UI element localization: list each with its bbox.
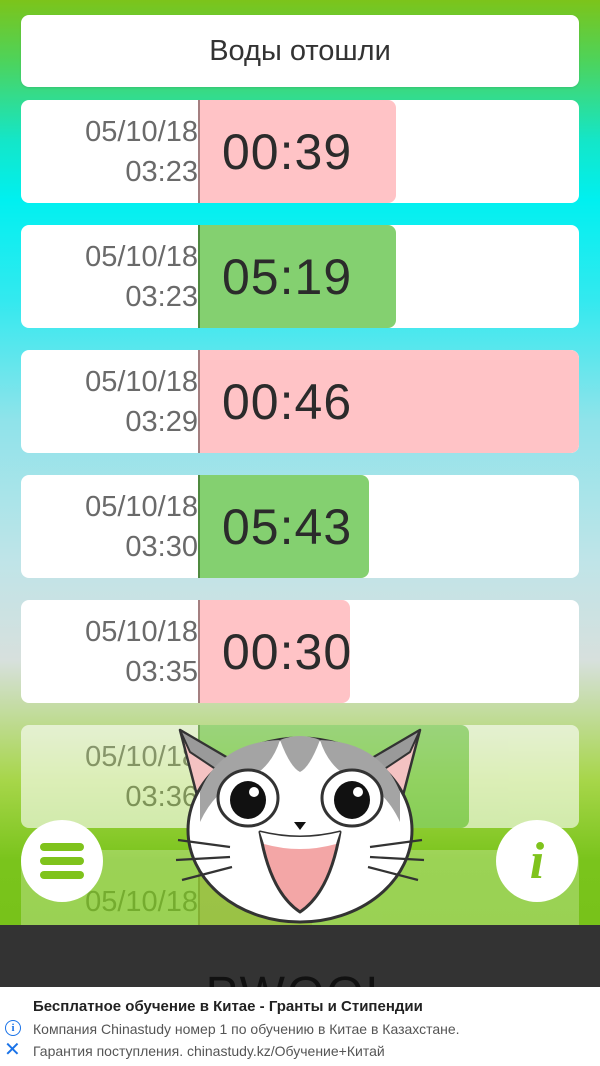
duration-bar: 05:43 [198,475,369,578]
duration-bar: 00:46 [198,350,579,453]
hamburger-icon [40,843,84,879]
info-button[interactable]: i [496,820,578,902]
contraction-row[interactable]: 05/10/18 03:35 00:30 [21,600,579,703]
ad-title[interactable]: Бесплатное обучение в Китае - Гранты и С… [33,998,423,1015]
entry-time: 03:29 [125,405,198,438]
ad-close-icon[interactable]: ✕ [4,1040,21,1060]
info-icon: i [529,832,545,890]
entry-timestamp: 05/10/18 03:30 [21,475,198,578]
contraction-row[interactable]: 05/10/18 03:29 00:46 [21,350,579,453]
duration-value: 05:19 [222,248,353,305]
water-broke-button[interactable]: Воды отошли [21,15,579,87]
ad-description: Гарантия поступления. chinastudy.kz/Обуч… [33,1043,385,1059]
entry-timestamp: 05/10/18 03:29 [21,350,198,453]
duration-value: 00:30 [222,623,353,680]
entry-time: 03:23 [125,155,198,188]
entry-time: 03:30 [125,530,198,563]
start-stop-label: PWOOL [0,967,600,987]
entry-date: 05/10/18 [85,365,198,398]
duration-value: 00:39 [222,123,353,180]
entry-time: 03:23 [125,280,198,313]
entry-date: 05/10/18 [85,240,198,273]
duration-bar: 00:30 [198,600,353,703]
entry-timestamp: 05/10/18 03:23 [21,100,198,203]
menu-button[interactable] [21,820,103,902]
pause-row[interactable]: 05/10/18 03:30 05:43 [21,475,579,578]
duration-bar: 00:39 [198,100,396,203]
entry-date: 05/10/18 [85,615,198,648]
entry-timestamp: 05/10/18 03:35 [21,600,198,703]
duration-value: 05:43 [222,498,353,555]
entry-date: 05/10/18 [85,115,198,148]
ad-info-icon[interactable]: i [5,1020,21,1036]
ad-banner[interactable]: i ✕ Бесплатное обучение в Китае - Гранты… [0,987,600,1066]
pause-row[interactable]: 05/10/18 03:23 05:19 [21,225,579,328]
entry-date: 05/10/18 [85,490,198,523]
start-stop-bar[interactable]: PWOOL [0,925,600,987]
duration-bar: 05:19 [198,225,396,328]
cat-mascot[interactable] [160,712,440,924]
duration-value: 00:46 [222,373,353,430]
entry-time: 03:35 [125,655,198,688]
entry-timestamp: 05/10/18 03:23 [21,225,198,328]
ad-description: Компания Chinastudy номер 1 по обучению … [33,1021,460,1037]
contraction-row[interactable]: 05/10/18 03:23 00:39 [21,100,579,203]
